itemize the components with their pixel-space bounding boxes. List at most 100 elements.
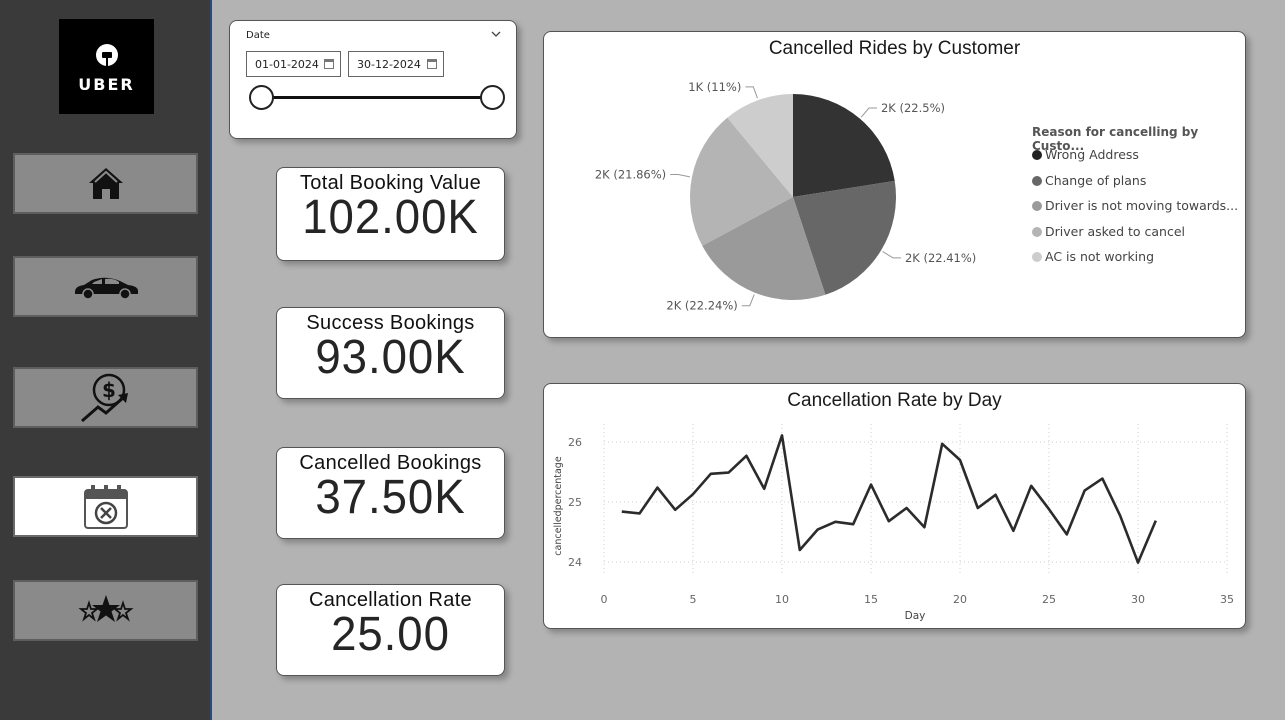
legend-item[interactable]: AC is not working — [1032, 249, 1154, 264]
legend-dot — [1032, 175, 1042, 186]
data-point[interactable] — [994, 493, 998, 497]
x-tick-label: 0 — [601, 593, 608, 606]
start-date-value: 01-01-2024 — [255, 58, 319, 71]
data-point[interactable] — [655, 486, 659, 490]
data-point[interactable] — [780, 433, 784, 437]
legend-label: Driver asked to cancel — [1045, 223, 1186, 239]
data-point[interactable] — [1047, 507, 1051, 511]
x-tick-label: 5 — [690, 593, 697, 606]
data-point[interactable] — [709, 472, 713, 476]
end-date-value: 30-12-2024 — [357, 58, 421, 71]
nav-cancellations-button[interactable] — [13, 476, 198, 537]
pie-data-label: 1K (11%) — [688, 80, 741, 94]
end-date-input[interactable]: 30-12-2024 — [348, 51, 444, 77]
x-tick-label: 20 — [953, 593, 967, 606]
nav-rides-button[interactable] — [13, 256, 198, 317]
date-slicer: Date 01-01-2024 30-12-2024 — [229, 20, 517, 139]
pie-data-label: 2K (22.5%) — [881, 101, 945, 115]
date-range-track — [260, 96, 493, 99]
data-point[interactable] — [1011, 529, 1015, 533]
data-point[interactable] — [940, 442, 944, 446]
revenue-growth-icon: $ — [80, 373, 128, 422]
legend-dot — [1032, 201, 1042, 211]
slicer-title: Date — [246, 30, 270, 41]
data-point[interactable] — [833, 520, 837, 524]
x-tick-label: 25 — [1042, 593, 1056, 606]
pie-leader-line — [882, 251, 901, 259]
data-point[interactable] — [1029, 484, 1033, 488]
data-point[interactable] — [727, 471, 731, 475]
pie-leader-line — [860, 107, 877, 118]
legend-item[interactable]: Wrong Address — [1032, 147, 1139, 162]
kpi-cancellation-rate: Cancellation Rate 25.00 — [276, 584, 505, 676]
data-point[interactable] — [762, 487, 766, 491]
y-axis-title: cancelledpercentage — [553, 456, 564, 556]
line-chart: 0 5 10 15 20 25 30 35 24 25 26 Day cancelledpercenta… — [553, 424, 1234, 622]
sidebar: UBER $ — [0, 0, 212, 720]
pie-chart: 2K (22.5%) 2K (22.41%) 2K (22.24%) 2K (21.8… — [595, 80, 976, 313]
line-chart-card: Cancellation Rate by Day 0 5 10 15 20 25 30 35 2… — [543, 383, 1246, 629]
data-point[interactable] — [1118, 514, 1122, 518]
data-point[interactable] — [958, 458, 962, 462]
pie-data-label: 2K (22.24%) — [666, 299, 737, 313]
kpi-value: 37.50K — [315, 471, 466, 524]
x-tick-label: 15 — [864, 593, 878, 606]
x-tick-label: 35 — [1220, 593, 1234, 606]
pie-leader-line — [741, 294, 755, 307]
data-point[interactable] — [620, 510, 624, 514]
legend-item[interactable]: Driver is not moving towards... — [1032, 198, 1238, 213]
uber-logo-text: UBER — [78, 75, 135, 94]
legend-label: Change of plans — [1045, 172, 1147, 188]
legend-label: AC is not working — [1045, 249, 1155, 264]
pie-slice[interactable] — [793, 94, 895, 197]
pie-leader-line — [745, 86, 758, 99]
chevron-down-icon[interactable] — [491, 30, 501, 38]
data-point[interactable] — [869, 483, 873, 487]
nav-home-button[interactable] — [13, 153, 198, 214]
nav-revenue-button[interactable]: $ — [13, 367, 198, 428]
data-point[interactable] — [691, 492, 695, 496]
data-point[interactable] — [1154, 519, 1158, 523]
calendar-icon[interactable] — [427, 59, 437, 69]
data-point[interactable] — [905, 506, 909, 510]
series-line[interactable] — [621, 434, 1157, 564]
legend-item[interactable]: Driver asked to cancel — [1032, 224, 1185, 239]
home-icon — [88, 167, 123, 199]
y-tick-label: 25 — [568, 496, 582, 509]
pie-chart-card: Cancelled Rides by Customer 2K (22.5%) 2K… — [543, 31, 1246, 338]
data-point[interactable] — [744, 454, 748, 458]
legend-item[interactable]: Change of plans — [1032, 173, 1146, 188]
slider-end-handle[interactable] — [480, 85, 505, 110]
data-point[interactable] — [976, 506, 980, 510]
data-point[interactable] — [798, 548, 802, 552]
data-point[interactable] — [638, 511, 642, 515]
calendar-cancel-icon — [83, 484, 128, 529]
legend-label: Wrong Address — [1045, 147, 1139, 162]
data-point[interactable] — [922, 525, 926, 529]
car-icon — [74, 277, 138, 300]
start-date-input[interactable]: 01-01-2024 — [246, 51, 341, 77]
uber-logo: UBER — [59, 19, 154, 114]
pie-leader-line — [670, 174, 691, 178]
kpi-value: 25.00 — [331, 608, 450, 661]
data-point[interactable] — [887, 519, 891, 523]
nav-ratings-button[interactable] — [13, 580, 198, 641]
data-point[interactable] — [1083, 489, 1087, 493]
y-tick-label: 24 — [568, 556, 582, 569]
svg-text:$: $ — [102, 378, 116, 402]
kpi-success-bookings: Success Bookings 93.00K — [276, 307, 505, 399]
data-point[interactable] — [1100, 477, 1104, 481]
data-point[interactable] — [816, 528, 820, 532]
legend-dot — [1032, 252, 1042, 262]
data-point[interactable] — [1065, 532, 1069, 536]
y-tick-label: 26 — [568, 436, 582, 449]
legend-label: Driver is not moving towards... — [1045, 198, 1239, 213]
data-point[interactable] — [673, 508, 677, 512]
calendar-icon[interactable] — [324, 59, 334, 69]
slider-start-handle[interactable] — [249, 85, 274, 110]
pie-data-label: 2K (22.41%) — [905, 251, 976, 265]
legend-dot — [1032, 226, 1042, 237]
x-axis-title: Day — [905, 610, 926, 622]
data-point[interactable] — [851, 522, 855, 526]
data-point[interactable] — [1136, 561, 1140, 565]
